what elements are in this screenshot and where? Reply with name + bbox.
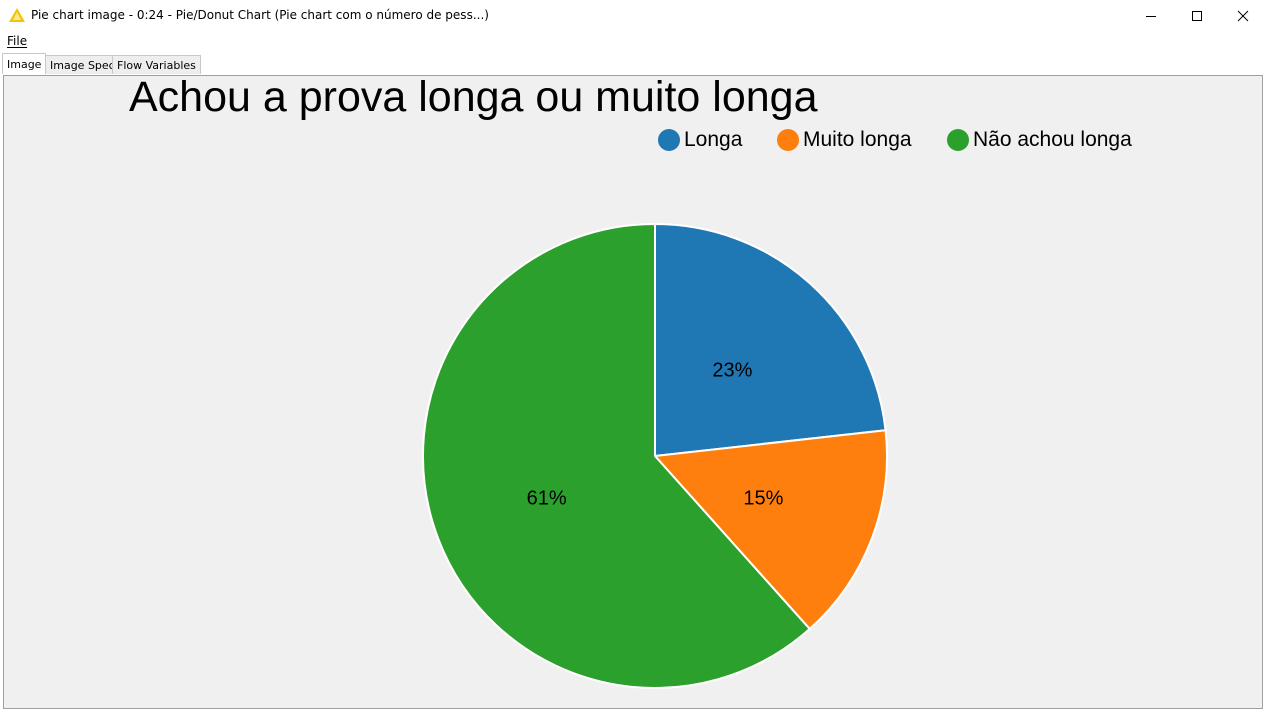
window-titlebar: Pie chart image - 0:24 - Pie/Donut Chart…	[0, 0, 1266, 31]
maximize-button[interactable]	[1174, 0, 1220, 31]
slice-label-muito-longa: 15%	[743, 487, 783, 509]
warning-triangle-icon	[9, 8, 25, 22]
chart-panel: Achou a prova longa ou muito longa Longa…	[3, 73, 1263, 709]
close-button[interactable]	[1220, 0, 1266, 31]
tab-image[interactable]: Image	[2, 53, 47, 74]
minimize-icon	[1146, 15, 1156, 17]
tab-strip: Image Image Spec Flow Variables	[0, 52, 1266, 74]
menu-file[interactable]: File	[7, 34, 27, 48]
slice-label-nao-achou-longa: 61%	[527, 487, 567, 509]
tab-flow-variables[interactable]: Flow Variables	[112, 55, 201, 74]
close-icon	[1237, 10, 1249, 21]
slice-longa	[654, 222, 887, 458]
menu-bar: File	[0, 31, 1266, 52]
pie-chart: 23% 15% 61%	[422, 222, 888, 689]
window-title: Pie chart image - 0:24 - Pie/Donut Chart…	[31, 8, 489, 22]
slice-label-longa: 23%	[712, 360, 752, 382]
minimize-button[interactable]	[1128, 0, 1174, 31]
tab-image-spec[interactable]: Image Spec	[45, 55, 120, 74]
maximize-icon	[1192, 10, 1202, 21]
